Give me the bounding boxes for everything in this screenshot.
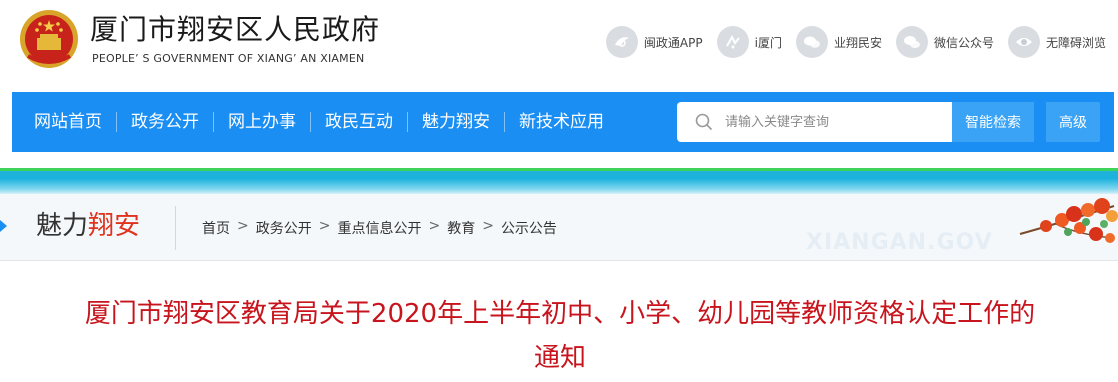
search-input[interactable] [723, 113, 947, 131]
breadcrumb-gov-affairs[interactable]: 政务公开 [256, 218, 312, 238]
breadcrumb: 首页 > 政务公开 > 重点信息公开 > 教育 > 公示公告 [202, 218, 557, 238]
quick-link-mzt-app[interactable]: 闽政通APP [605, 26, 703, 58]
site-title-english: PEOPLE’ S GOVERNMENT OF XIANG’ AN XIAMEN [92, 52, 365, 65]
nav-item-new-tech[interactable]: 新技术应用 [504, 112, 618, 132]
mzt-app-icon [605, 26, 638, 58]
section-marker-icon [0, 220, 7, 232]
wechat-icon [895, 26, 928, 58]
chat-icon [795, 26, 828, 58]
quick-link-label: 微信公众号 [933, 35, 994, 50]
breadcrumb-separator: > [482, 218, 494, 234]
article-title-line1: 厦门市翔安区教育局关于2020年上半年初中、小学、幼儿园等教师资格认定工作的 [84, 299, 1036, 329]
divider [175, 206, 176, 250]
quick-link-label: 闽政通APP [643, 35, 703, 50]
flower-branch-icon [1019, 198, 1118, 243]
nav-item-interaction[interactable]: 政民互动 [310, 112, 407, 132]
smart-search-button[interactable]: 智能检索 [952, 102, 1034, 142]
quick-link-label: 业翔民安 [833, 35, 882, 50]
quick-link-yexiang[interactable]: 业翔民安 [795, 26, 882, 58]
breadcrumb-separator: > [318, 218, 331, 234]
nav-item-gov-affairs[interactable]: 政务公开 [116, 112, 213, 132]
breadcrumb-separator: > [428, 218, 441, 234]
section-title: 魅力翔安 [36, 210, 140, 242]
quick-link-label: i厦门 [754, 35, 782, 50]
section-title-part2: 翔安 [88, 211, 141, 241]
search-icon [695, 113, 713, 131]
quick-link-wechat[interactable]: 微信公众号 [895, 26, 994, 58]
nav-item-home[interactable]: 网站首页 [20, 112, 116, 132]
nav-item-online-services[interactable]: 网上办事 [213, 112, 310, 132]
breadcrumb-separator: > [237, 218, 249, 234]
quick-link-label: 无障碍浏览 [1045, 35, 1106, 50]
decorative-line [0, 168, 1118, 171]
site-header: 厦门市翔安区人民政府 PEOPLE’ S GOVERNMENT OF XIANG… [0, 0, 1118, 90]
main-nav: 网站首页 政务公开 网上办事 政民互动 魅力翔安 新技术应用 智能检索 高级 [12, 92, 1114, 152]
article-title: 厦门市翔安区教育局关于2020年上半年初中、小学、幼儿园等教师资格认定工作的 通… [60, 292, 1060, 380]
search-box [677, 102, 952, 142]
site-title[interactable]: 厦门市翔安区人民政府 [90, 14, 380, 46]
article-title-line2: 通知 [533, 343, 586, 373]
ixiamen-icon [716, 26, 749, 58]
watermark-text: XIANGAN.GOV [806, 230, 993, 255]
quick-links: 闽政通APP i厦门 业翔民安 微信公众号 无障碍浏览 [592, 24, 1106, 60]
breadcrumb-notices[interactable]: 公示公告 [501, 218, 557, 238]
breadcrumb-education[interactable]: 教育 [447, 218, 475, 238]
quick-link-ixiamen[interactable]: i厦门 [716, 26, 782, 58]
nav-item-charm-xiangan[interactable]: 魅力翔安 [407, 112, 504, 132]
decorative-band [0, 168, 1118, 194]
national-emblem-icon[interactable] [18, 8, 80, 70]
eye-icon [1007, 26, 1040, 58]
section-header: 魅力翔安 首页 > 政务公开 > 重点信息公开 > 教育 > 公示公告 XIAN… [0, 194, 1118, 261]
nav-menu: 网站首页 政务公开 网上办事 政民互动 魅力翔安 新技术应用 [20, 92, 618, 152]
advanced-search-button[interactable]: 高级 [1046, 102, 1100, 142]
breadcrumb-key-info[interactable]: 重点信息公开 [337, 218, 421, 238]
quick-link-accessibility[interactable]: 无障碍浏览 [1007, 26, 1106, 58]
section-title-part1: 魅力 [36, 211, 89, 241]
breadcrumb-home[interactable]: 首页 [202, 218, 230, 238]
